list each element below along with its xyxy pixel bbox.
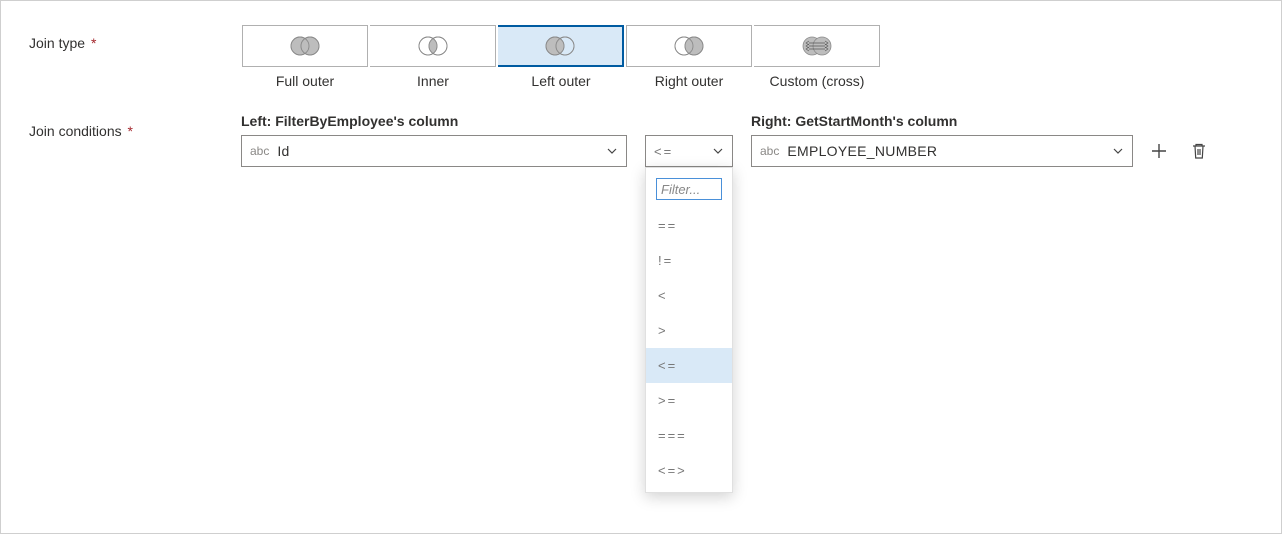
condition-headers: Left: FilterByEmployee's column Right: G… [241,113,1253,129]
operator-dropdown[interactable]: <= [645,135,733,167]
trash-icon [1190,142,1208,160]
venn-right-icon [667,33,711,59]
operator-option[interactable]: < [646,278,732,313]
operator-option[interactable]: > [646,313,732,348]
venn-inner-icon [411,33,455,59]
left-column-header: Left: FilterByEmployee's column [241,113,627,129]
join-type-box [626,25,752,67]
join-type-box [370,25,496,67]
left-type-prefix: abc [250,144,269,158]
join-type-option-label: Inner [417,73,449,89]
join-type-option-inner[interactable]: Inner [369,25,497,89]
join-type-row: Join type * Full outer Inner Left out [29,25,1253,89]
delete-condition-button[interactable] [1185,137,1213,165]
operator-option[interactable]: == [646,208,732,243]
join-type-option-label: Custom (cross) [770,73,865,89]
join-type-box [242,25,368,67]
chevron-down-icon [712,145,724,157]
join-type-label: Join type * [29,25,241,51]
operator-value: <= [654,144,712,159]
add-condition-button[interactable] [1145,137,1173,165]
right-type-prefix: abc [760,144,779,158]
join-type-option-label: Right outer [655,73,723,89]
operator-option[interactable]: >= [646,383,732,418]
operator-option[interactable]: === [646,418,732,453]
join-conditions-label: Join conditions * [29,113,241,139]
join-type-option-full[interactable]: Full outer [241,25,369,89]
operator-filter-input[interactable] [656,178,722,200]
venn-full-icon [283,33,327,59]
join-type-label-text: Join type [29,35,85,51]
venn-left-icon [538,33,582,59]
join-conditions-label-text: Join conditions [29,123,122,139]
operator-column-header [645,113,733,129]
join-config-panel: Join type * Full outer Inner Left out [0,0,1282,534]
plus-icon [1150,142,1168,160]
join-type-option-label: Left outer [531,73,590,89]
left-column-value: Id [277,143,606,159]
right-column-header: Right: GetStartMonth's column [751,113,1133,129]
join-type-box [498,25,624,67]
operator-list: ==!=<><=>====<=> [646,208,732,488]
venn-cross-icon [795,33,839,59]
left-column-dropdown[interactable]: abc Id [241,135,627,167]
operator-option[interactable]: <=> [646,453,732,488]
right-column-value: EMPLOYEE_NUMBER [787,143,1112,159]
chevron-down-icon [606,145,618,157]
required-asterisk: * [128,123,133,139]
join-type-option-left[interactable]: Left outer [497,25,625,89]
join-type-option-label: Full outer [276,73,334,89]
join-conditions-area: Left: FilterByEmployee's column Right: G… [241,113,1253,167]
join-type-option-cross[interactable]: Custom (cross) [753,25,881,89]
join-type-picker: Full outer Inner Left outer Right outer [241,25,881,89]
join-type-option-right[interactable]: Right outer [625,25,753,89]
chevron-down-icon [1112,145,1124,157]
required-asterisk: * [91,35,96,51]
condition-row: abc Id <= abc EMPLOYEE_NUMBER [241,135,1253,167]
join-conditions-row: Join conditions * Left: FilterByEmployee… [29,113,1253,167]
right-column-dropdown[interactable]: abc EMPLOYEE_NUMBER [751,135,1133,167]
operator-option[interactable]: != [646,243,732,278]
operator-dropdown-panel: ==!=<><=>====<=> [645,167,733,493]
join-type-box [754,25,880,67]
operator-option[interactable]: <= [646,348,732,383]
operator-filter [656,178,722,200]
